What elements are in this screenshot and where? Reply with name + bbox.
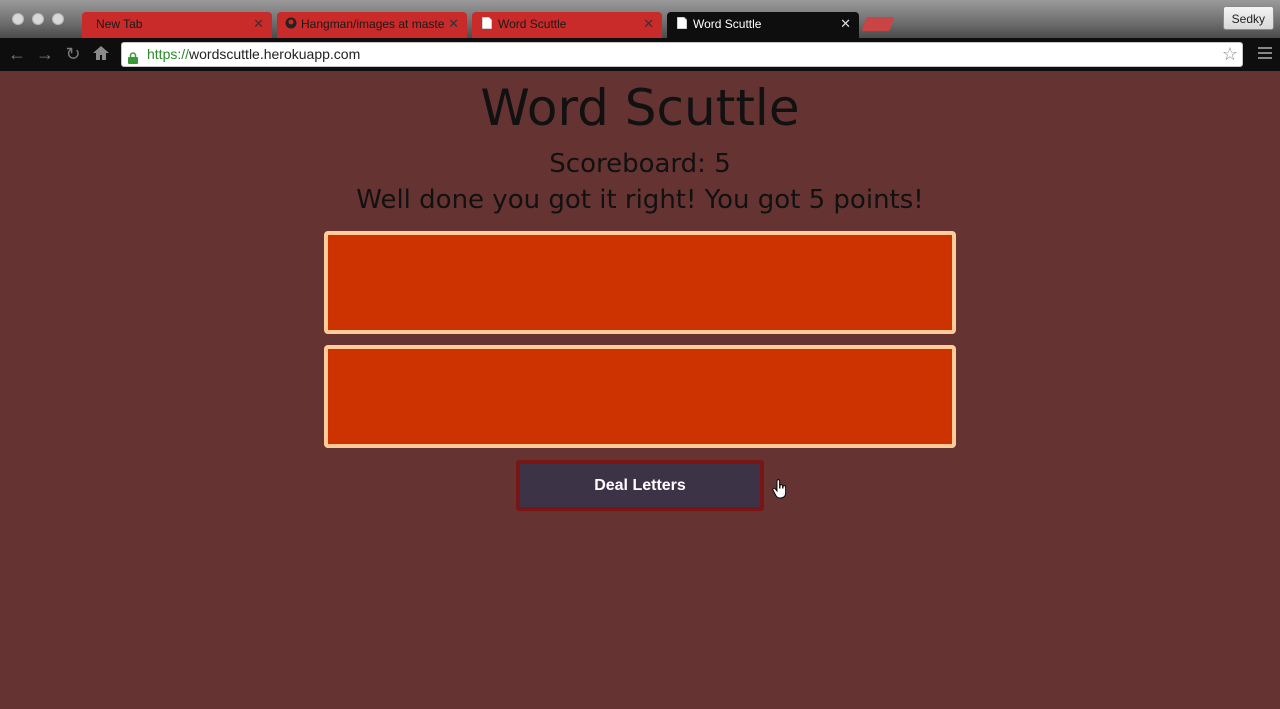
browser-tab-strip: New Tab ✕ Hangman/images at maste ✕ Word…	[0, 0, 1280, 38]
close-icon[interactable]: ✕	[448, 12, 459, 36]
tab-word-scuttle[interactable]: Word Scuttle ✕	[472, 12, 662, 38]
bookmark-star-icon[interactable]: ☆	[1222, 43, 1238, 66]
hand-cursor-icon	[772, 479, 787, 499]
menu-icon[interactable]	[1258, 47, 1272, 61]
result-message: Well done you got it right! You got 5 po…	[356, 185, 924, 215]
page-title: Word Scuttle	[480, 79, 800, 137]
tab-label: Word Scuttle	[693, 17, 762, 31]
zoom-window-button[interactable]	[52, 13, 64, 25]
page-content: Word Scuttle Scoreboard: 5 Well done you…	[0, 71, 1280, 709]
profile-button[interactable]: Sedky	[1222, 6, 1274, 30]
forward-arrow-icon[interactable]: →	[35, 44, 55, 64]
deal-letters-button[interactable]: Deal Letters	[516, 460, 764, 511]
scoreboard: Scoreboard: 5	[549, 149, 731, 179]
tab-label: Hangman/images at maste	[301, 17, 445, 31]
url-text: https://wordscuttle.herokuapp.com	[147, 43, 360, 66]
letter-area-bottom[interactable]	[324, 345, 956, 448]
tab-label: Word Scuttle	[498, 17, 567, 31]
new-tab-button[interactable]	[861, 17, 895, 31]
tab-label: New Tab	[96, 17, 143, 31]
minimize-window-button[interactable]	[32, 13, 44, 25]
tab-new-tab[interactable]: New Tab ✕	[82, 12, 272, 38]
close-icon[interactable]: ✕	[253, 12, 264, 36]
page-icon	[481, 13, 494, 37]
letter-area-top[interactable]	[324, 231, 956, 334]
close-icon[interactable]: ✕	[643, 12, 654, 36]
url-host: wordscuttle.herokuapp.com	[189, 46, 361, 62]
lock-icon	[128, 48, 138, 64]
back-arrow-icon[interactable]: ←	[7, 44, 27, 64]
close-icon[interactable]: ✕	[840, 12, 851, 36]
address-bar[interactable]: https://wordscuttle.herokuapp.com ☆	[121, 42, 1243, 67]
github-icon	[285, 13, 297, 37]
home-icon[interactable]	[91, 44, 111, 64]
tab-hangman[interactable]: Hangman/images at maste ✕	[277, 12, 467, 38]
url-scheme: https://	[147, 46, 190, 62]
page-icon	[676, 13, 689, 37]
browser-toolbar: ← → ↻ https://wordscuttle.herokuapp.com …	[0, 38, 1280, 71]
close-window-button[interactable]	[12, 13, 24, 25]
reload-icon[interactable]: ↻	[63, 44, 83, 64]
tab-word-scuttle-active[interactable]: Word Scuttle ✕	[667, 12, 859, 38]
